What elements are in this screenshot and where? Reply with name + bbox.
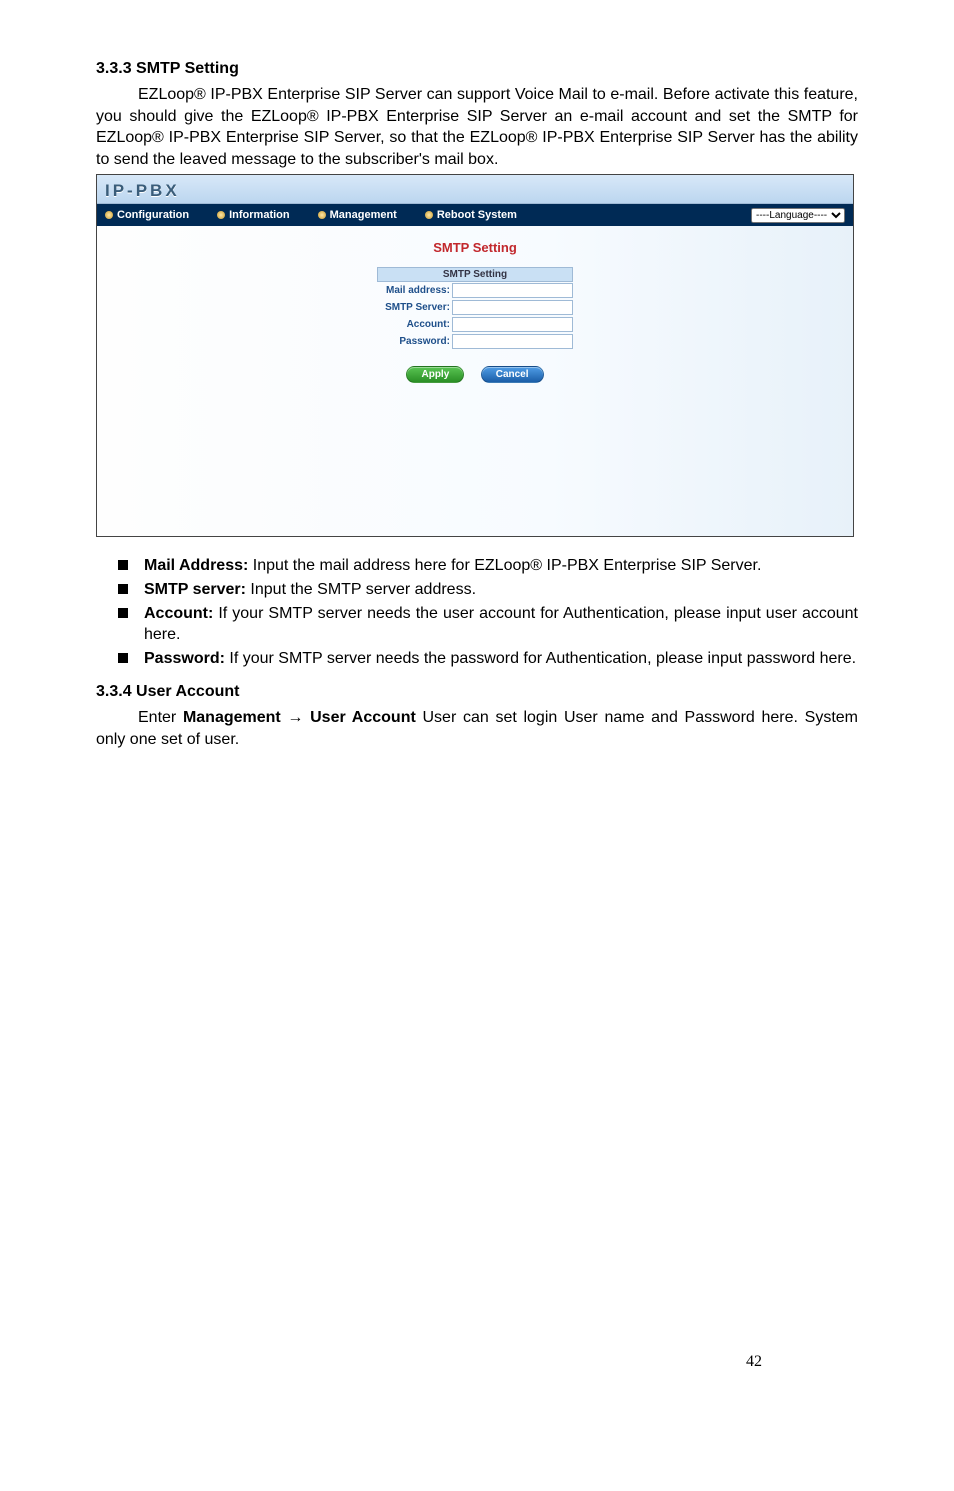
label-account: Account: [377, 316, 452, 333]
heading-333: 3.3.3 SMTP Setting [96, 60, 858, 78]
bullet-bold: SMTP server: [144, 581, 246, 598]
label-mail-address: Mail address: [377, 282, 452, 300]
button-row: Apply Cancel [97, 364, 853, 383]
apply-button[interactable]: Apply [406, 366, 464, 383]
bullet-icon [318, 211, 326, 219]
heading-334: 3.3.4 User Account [96, 683, 858, 701]
bullet-bold: Account: [144, 605, 213, 622]
input-password[interactable] [452, 334, 573, 349]
label-password: Password: [377, 333, 452, 350]
bullet-icon [425, 211, 433, 219]
paragraph-333: EZLoop® IP-PBX Enterprise SIP Server can… [96, 84, 858, 170]
page-number: 42 [746, 1353, 762, 1371]
screenshot-nav: Configuration Information Management Reb… [97, 204, 853, 226]
panel-title: SMTP Setting [97, 226, 853, 255]
language-select[interactable]: ----Language---- [751, 208, 845, 223]
nav-configuration[interactable]: Configuration [105, 209, 189, 221]
ip-pbx-screenshot: IP-PBX Configuration Information Managem… [96, 174, 854, 537]
nav-label: Configuration [117, 209, 189, 221]
nav-label: Reboot System [437, 209, 517, 221]
screenshot-header: IP-PBX [97, 175, 853, 204]
bullet-text: If your SMTP server needs the password f… [225, 650, 856, 667]
bullet-text: If your SMTP server needs the user accou… [144, 605, 858, 644]
label-smtp-server: SMTP Server: [377, 299, 452, 316]
input-mail-address[interactable] [452, 283, 573, 298]
input-account[interactable] [452, 317, 573, 332]
input-smtp-server[interactable] [452, 300, 573, 315]
table-header: SMTP Setting [377, 268, 573, 282]
logo-text: IP-PBX [105, 181, 180, 203]
bullet-bold: Mail Address: [144, 557, 248, 574]
paragraph-334: Enter Management → User Account User can… [96, 707, 858, 750]
bullet-icon [217, 211, 225, 219]
para-334-bold: Management → User Account [183, 709, 416, 726]
nav-label: Management [330, 209, 397, 221]
bullet-text: Input the mail address here for EZLoop® … [248, 557, 761, 574]
field-description-list: Mail Address: Input the mail address her… [96, 555, 858, 669]
list-item: Password: If your SMTP server needs the … [118, 648, 858, 670]
bullet-text: Input the SMTP server address. [246, 581, 476, 598]
list-item: Mail Address: Input the mail address her… [118, 555, 858, 577]
bullet-bold: Password: [144, 650, 225, 667]
list-item: Account: If your SMTP server needs the u… [118, 603, 858, 646]
cancel-button[interactable]: Cancel [481, 366, 544, 383]
nav-label: Information [229, 209, 290, 221]
bullet-icon [105, 211, 113, 219]
list-item: SMTP server: Input the SMTP server addre… [118, 579, 858, 601]
nav-management[interactable]: Management [318, 209, 397, 221]
para-334-pre: Enter [138, 709, 183, 726]
smtp-table: SMTP Setting Mail address: SMTP Server: … [377, 267, 574, 350]
nav-information[interactable]: Information [217, 209, 290, 221]
nav-reboot-system[interactable]: Reboot System [425, 209, 517, 221]
screenshot-body: SMTP Setting SMTP Setting Mail address: … [97, 226, 853, 536]
